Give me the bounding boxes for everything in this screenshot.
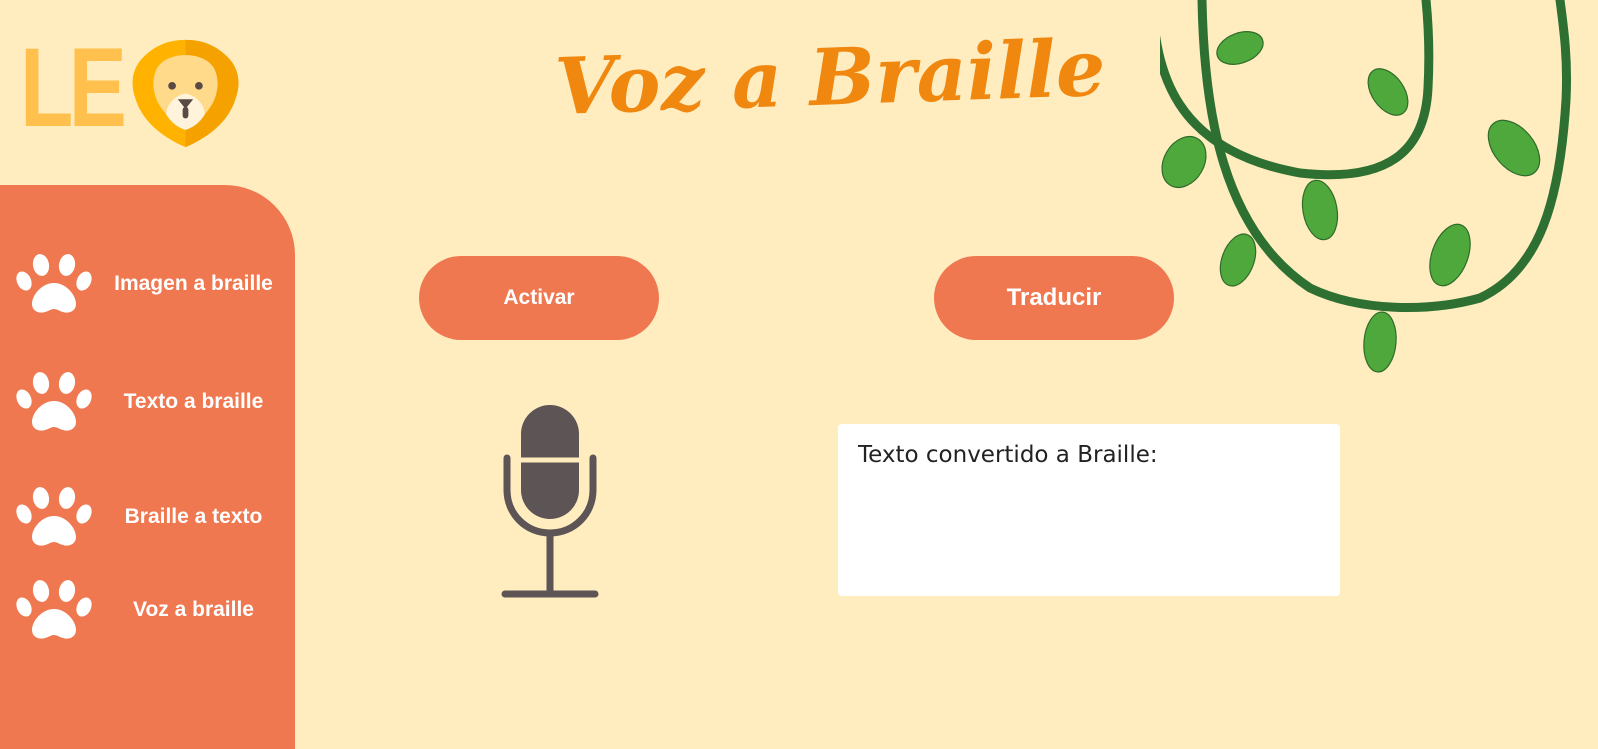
paw-icon bbox=[16, 254, 92, 313]
translate-button[interactable]: Traducir bbox=[934, 256, 1174, 340]
braille-output-box[interactable]: Texto convertido a Braille: bbox=[838, 424, 1340, 596]
activate-button[interactable]: Activar bbox=[419, 256, 659, 340]
sidebar: Imagen a braille Texto a braille Braille… bbox=[0, 185, 295, 749]
lion-icon bbox=[132, 39, 239, 148]
microphone-icon[interactable] bbox=[500, 402, 600, 602]
sidebar-item-label: Texto a braille bbox=[123, 390, 264, 413]
sidebar-item-label: Braille a texto bbox=[124, 505, 263, 528]
sidebar-item-texto-a-braille[interactable]: Texto a braille bbox=[0, 367, 295, 437]
sidebar-item-label: Imagen a braille bbox=[114, 272, 273, 295]
logo: LE bbox=[20, 30, 250, 150]
sidebar-item-braille-a-texto[interactable]: Braille a texto bbox=[0, 482, 295, 552]
sidebar-item-imagen-a-braille[interactable]: Imagen a braille bbox=[0, 249, 295, 319]
logo-text: LE bbox=[20, 25, 127, 150]
sidebar-item-voz-a-braille[interactable]: Voz a braille bbox=[0, 575, 295, 645]
paw-icon bbox=[16, 487, 92, 546]
vines-decoration bbox=[1160, 0, 1572, 373]
paw-icon bbox=[16, 372, 92, 431]
paw-icon bbox=[16, 580, 92, 639]
output-text: Texto convertido a Braille: bbox=[858, 442, 1158, 468]
page-title: Voz a Braille bbox=[553, 22, 1107, 133]
sidebar-item-label: Voz a braille bbox=[133, 598, 254, 621]
